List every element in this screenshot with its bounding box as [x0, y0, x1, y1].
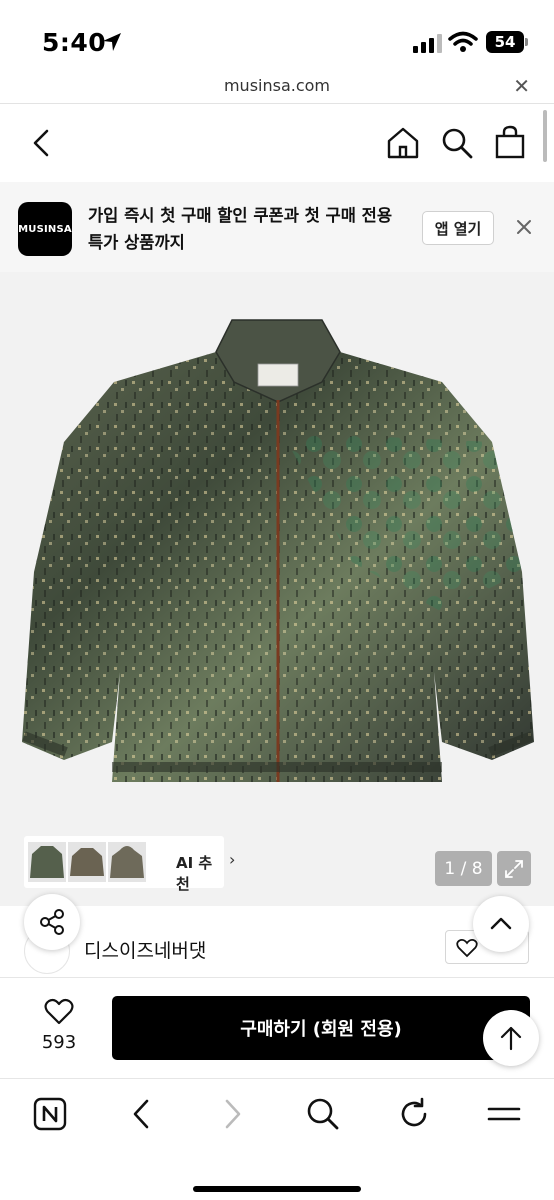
- heart-icon[interactable]: [44, 998, 74, 1026]
- chevron-right-icon: ›: [229, 850, 236, 869]
- menu-icon[interactable]: [486, 1097, 522, 1131]
- open-app-button[interactable]: 앱 열기: [422, 211, 494, 245]
- battery-cap: [525, 38, 528, 46]
- browser-toolbar: [0, 1078, 554, 1200]
- close-icon[interactable]: [514, 217, 534, 237]
- scroll-indicator: [543, 110, 547, 162]
- arrow-up-icon: [500, 1026, 522, 1051]
- battery-indicator: 54: [486, 31, 524, 53]
- forward-icon[interactable]: [220, 1097, 246, 1131]
- jacket-thumb-icon: [70, 848, 104, 876]
- app-promo-banner: MUSINSA 가입 즉시 첫 구매 할인 쿠폰과 첫 구매 전용 특가 상품까…: [0, 182, 554, 272]
- refresh-icon[interactable]: [397, 1097, 431, 1131]
- share-icon: [40, 909, 64, 935]
- search-icon[interactable]: [440, 126, 474, 160]
- share-button[interactable]: [24, 894, 80, 950]
- ai-recommend-label: AI 추천: [176, 854, 213, 893]
- thumbnail-3[interactable]: [108, 842, 146, 882]
- close-tab-icon[interactable]: ✕: [513, 74, 530, 98]
- url-bar[interactable]: musinsa.com ✕: [0, 74, 554, 104]
- naver-icon[interactable]: [33, 1097, 67, 1131]
- signal-icon: [413, 33, 442, 53]
- thumbnail-1[interactable]: [28, 842, 66, 882]
- product-image-gallery[interactable]: [0, 272, 554, 906]
- scroll-top-button[interactable]: [483, 1010, 539, 1066]
- home-indicator: [193, 1186, 361, 1192]
- bag-icon[interactable]: [494, 124, 526, 160]
- musinsa-logo: MUSINSA: [18, 202, 72, 256]
- promo-message: 가입 즉시 첫 구매 할인 쿠폰과 첫 구매 전용 특가 상품까지: [88, 206, 393, 252]
- status-bar: 5:40 54: [0, 0, 554, 74]
- chevron-left-icon[interactable]: [30, 128, 54, 158]
- jacket-thumb-icon: [30, 846, 64, 878]
- collapse-button[interactable]: [473, 896, 529, 952]
- back-icon[interactable]: [128, 1097, 154, 1131]
- thumbnail-2[interactable]: [68, 842, 106, 882]
- heart-icon: [456, 939, 478, 958]
- brand-name[interactable]: 디스이즈네버댓: [84, 936, 206, 963]
- expand-icon: [505, 859, 523, 878]
- url-text[interactable]: musinsa.com: [0, 76, 554, 95]
- purchase-bar: 593 구매하기 (회원 전용): [0, 978, 554, 1078]
- wifi-icon: [448, 31, 478, 52]
- hoodie-thumb-icon: [110, 846, 144, 878]
- ai-recommend-button[interactable]: AI 추천 ›: [24, 836, 235, 893]
- expand-button[interactable]: [497, 851, 531, 886]
- home-icon[interactable]: [386, 126, 420, 160]
- product-image: [22, 319, 534, 782]
- brand-row[interactable]: 디스이즈네버댓: [0, 906, 554, 978]
- buy-button[interactable]: 구매하기 (회원 전용): [112, 996, 530, 1060]
- like-count: 593: [41, 1032, 77, 1053]
- status-time: 5:40: [42, 28, 107, 57]
- image-page-counter: 1 / 8: [435, 851, 492, 886]
- site-nav-bar: [0, 104, 554, 182]
- search-icon[interactable]: [306, 1097, 340, 1131]
- location-arrow-icon: [103, 33, 121, 51]
- chevron-up-icon: [490, 917, 512, 930]
